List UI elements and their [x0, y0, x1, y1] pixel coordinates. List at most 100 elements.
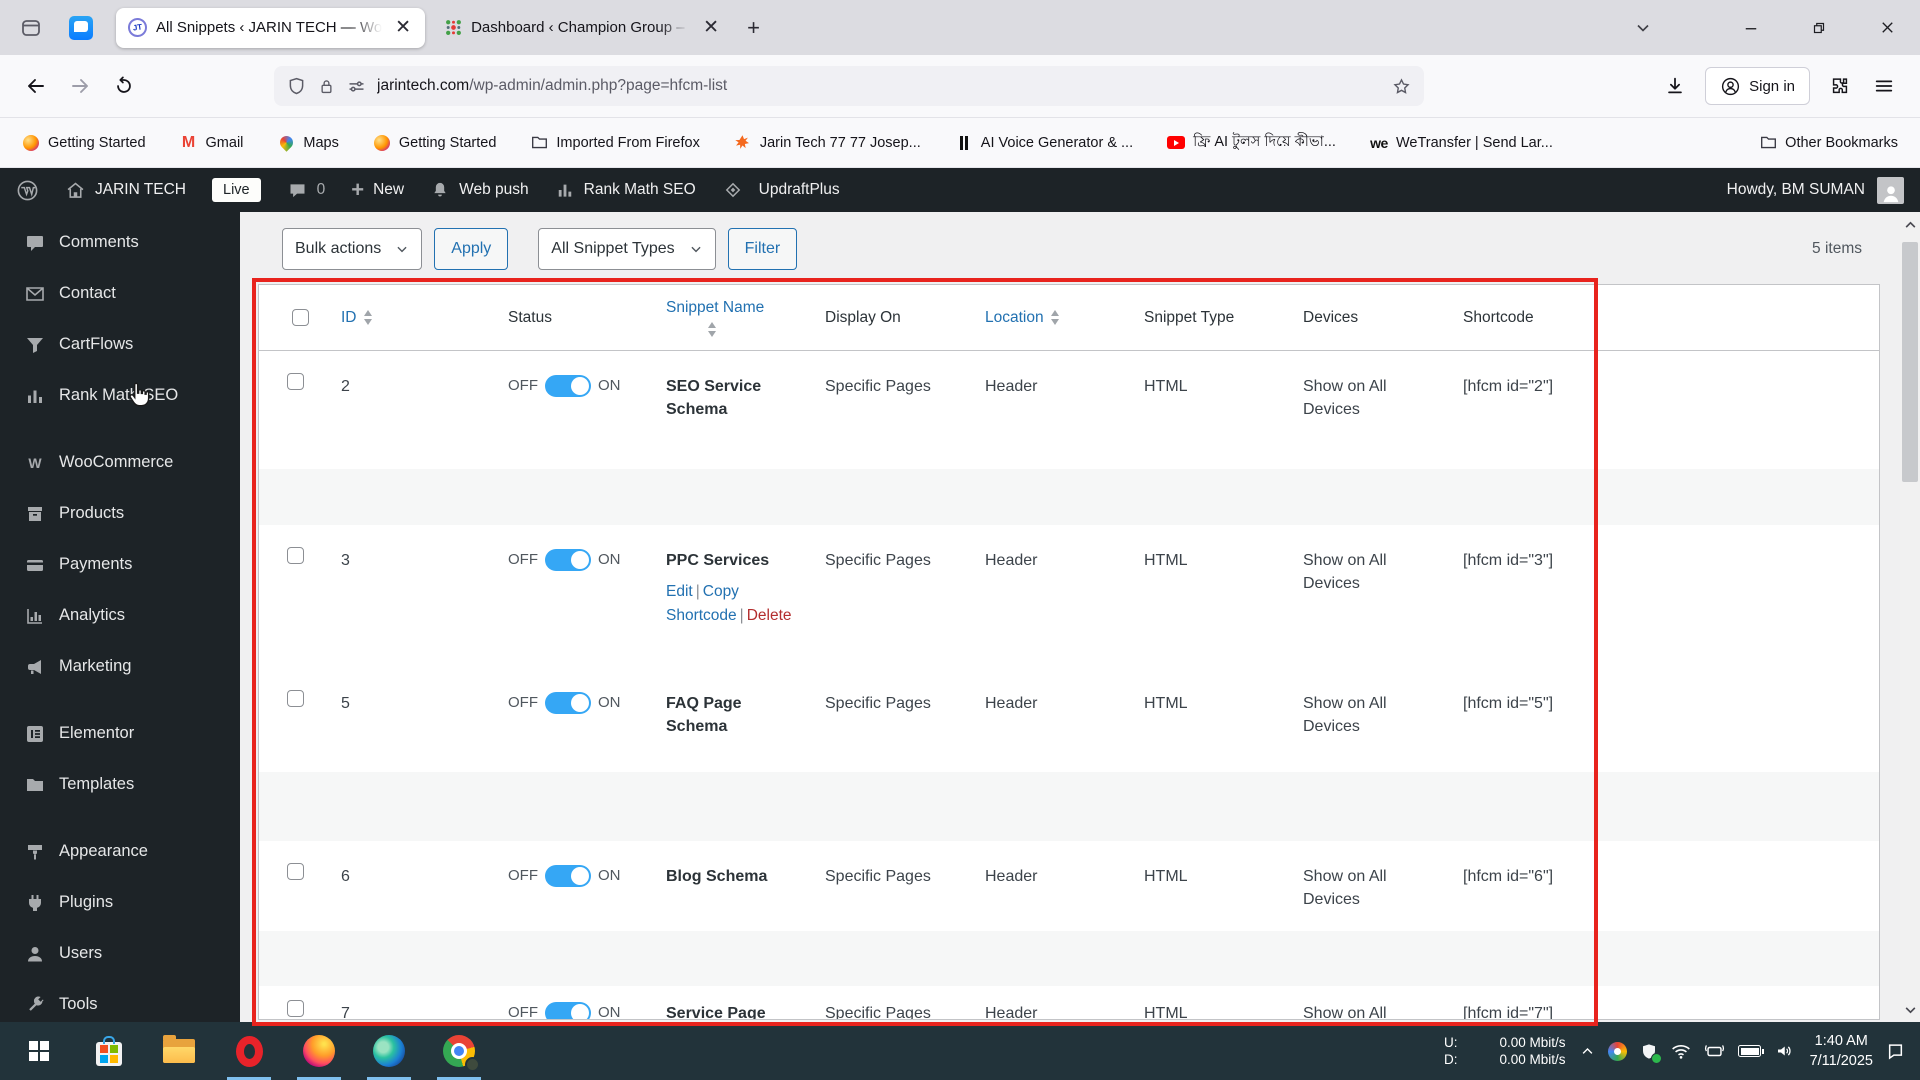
downloads-button[interactable] [1653, 66, 1697, 106]
firefox-view-button[interactable] [14, 11, 48, 45]
row-checkbox[interactable] [286, 547, 304, 564]
status-toggle[interactable] [545, 692, 591, 714]
bookmark-item[interactable]: ফ্রি AI টুলস দিয়ে কীভা... [1167, 131, 1336, 155]
sidebar-item[interactable]: Products [0, 488, 240, 539]
snippet-name[interactable]: Service Page [666, 1002, 805, 1019]
sidebar-item[interactable]: Templates [0, 759, 240, 810]
tab-all-snippets[interactable]: JT All Snippets ‹ JARIN TECH — Wo ✕ [116, 7, 426, 48]
url-bar[interactable]: jarintech.com/wp-admin/admin.php?page=hf… [274, 66, 1424, 106]
edge-button[interactable] [354, 1022, 424, 1080]
scrollbar-thumb[interactable] [1902, 242, 1918, 482]
hidden-icons-button[interactable] [1580, 1044, 1595, 1059]
sidebar-item[interactable]: Plugins [0, 877, 240, 928]
close-tab-icon[interactable]: ✕ [391, 18, 415, 37]
bookmark-item[interactable]: Getting Started [22, 134, 146, 152]
snippet-name[interactable]: FAQ Page Schema [666, 692, 805, 738]
site-name-menu[interactable]: JARIN TECH [65, 180, 186, 201]
close-tab-icon[interactable]: ✕ [699, 18, 723, 37]
howdy-label[interactable]: Howdy, BM SUMAN [1727, 181, 1865, 199]
minimize-button[interactable] [1728, 8, 1774, 48]
web-push-menu[interactable]: Web push [430, 180, 529, 200]
menu-button[interactable] [1862, 66, 1906, 106]
bookmark-item[interactable]: Imported From Firefox [530, 134, 700, 152]
sidebar-item[interactable]: CartFlows [0, 319, 240, 370]
sidebar-item[interactable]: Rank Math SEO [0, 370, 240, 421]
snippet-types-select[interactable]: All Snippet Types [538, 228, 716, 270]
permissions-icon[interactable] [346, 76, 367, 97]
filter-button[interactable]: Filter [727, 228, 798, 270]
lock-icon[interactable] [317, 77, 336, 96]
snippet-name[interactable]: PPC Services [666, 549, 805, 572]
sign-in-button[interactable]: Sign in [1705, 67, 1810, 105]
net-speed-meter[interactable]: U: 0.00 Mbit/s D: 0.00 Mbit/s [1444, 1035, 1566, 1067]
action-center-button[interactable] [1885, 1041, 1906, 1061]
bookmark-star-icon[interactable] [1391, 76, 1412, 97]
volume-icon[interactable] [1774, 1042, 1794, 1060]
sidebar-item[interactable]: W WooCommerce [0, 437, 240, 488]
chrome-button[interactable] [424, 1022, 494, 1080]
sidebar-item[interactable]: Contact [0, 268, 240, 319]
select-all-checkbox[interactable] [291, 309, 309, 326]
bookmark-item[interactable]: AI Voice Generator & ... [955, 134, 1133, 152]
row-checkbox[interactable] [286, 1000, 304, 1017]
start-button[interactable] [4, 1022, 74, 1080]
bookmark-item[interactable]: Getting Started [373, 134, 496, 152]
cast-device-icon[interactable] [1704, 1043, 1725, 1060]
opera-button[interactable] [214, 1022, 284, 1080]
bookmark-item[interactable]: Maps [277, 133, 339, 152]
column-header-location[interactable]: Location [975, 309, 1134, 327]
updraftplus-menu[interactable]: UpdraftPlus [722, 179, 840, 201]
reload-button[interactable] [102, 66, 146, 106]
snippet-name[interactable]: SEO Service Schema [666, 375, 805, 421]
column-header-id[interactable]: ID [331, 309, 498, 327]
snippet-name[interactable]: Blog Schema [666, 865, 805, 888]
wifi-icon[interactable] [1671, 1043, 1691, 1060]
live-badge[interactable]: Live [212, 178, 261, 202]
row-checkbox[interactable] [286, 373, 304, 390]
extensions-button[interactable] [1818, 66, 1862, 106]
list-all-tabs-button[interactable] [1620, 8, 1666, 48]
status-toggle[interactable] [545, 375, 591, 397]
bookmark-item[interactable]: we WeTransfer | Send Lar... [1370, 134, 1553, 152]
bookmark-item[interactable]: Other Bookmarks [1759, 134, 1898, 152]
scroll-down-icon[interactable] [1900, 998, 1920, 1020]
new-tab-button[interactable]: + [733, 15, 774, 41]
row-checkbox[interactable] [286, 690, 304, 707]
avatar[interactable] [1877, 176, 1904, 204]
delete-link[interactable]: Delete [747, 607, 792, 624]
sidebar-item[interactable]: Appearance [0, 826, 240, 877]
sidebar-item[interactable]: Analytics [0, 590, 240, 641]
page-scrollbar[interactable] [1900, 212, 1920, 1022]
wp-logo-menu[interactable] [16, 179, 39, 202]
status-toggle[interactable] [545, 865, 591, 887]
bulk-actions-select[interactable]: Bulk actions [282, 228, 423, 270]
status-toggle[interactable] [545, 549, 591, 571]
comments-menu[interactable]: 0 [287, 180, 325, 201]
back-button[interactable] [14, 66, 58, 106]
google-app-tray-icon[interactable] [1607, 1041, 1627, 1061]
bookmark-item[interactable]: Jarin Tech 77 77 Josep... [734, 134, 921, 152]
firefox-button[interactable] [284, 1022, 354, 1080]
restore-button[interactable] [1796, 8, 1842, 48]
microsoft-store-button[interactable] [74, 1022, 144, 1080]
edit-link[interactable]: Edit [666, 583, 693, 600]
battery-icon[interactable] [1737, 1045, 1765, 1057]
pinned-tab[interactable] [58, 8, 104, 48]
close-window-button[interactable] [1864, 8, 1910, 48]
sidebar-item[interactable]: Elementor [0, 708, 240, 759]
clock[interactable]: 1:40 AM 7/11/2025 [1810, 1031, 1873, 1072]
new-content-menu[interactable]: + New [351, 179, 404, 201]
sidebar-item[interactable]: Users [0, 928, 240, 979]
tracking-shield-icon[interactable] [286, 76, 307, 97]
row-checkbox[interactable] [286, 863, 304, 880]
status-toggle[interactable] [545, 1002, 591, 1019]
forward-button[interactable] [58, 66, 102, 106]
sidebar-item[interactable]: Payments [0, 539, 240, 590]
tab-dashboard[interactable]: Dashboard ‹ Champion Group – ✕ [433, 8, 733, 48]
bookmark-item[interactable]: M Gmail [180, 134, 244, 152]
sidebar-item[interactable]: Marketing [0, 641, 240, 692]
sidebar-item[interactable]: Comments [0, 217, 240, 268]
file-explorer-button[interactable] [144, 1022, 214, 1080]
rank-math-menu[interactable]: Rank Math SEO [555, 180, 696, 200]
scroll-up-icon[interactable] [1900, 214, 1920, 236]
